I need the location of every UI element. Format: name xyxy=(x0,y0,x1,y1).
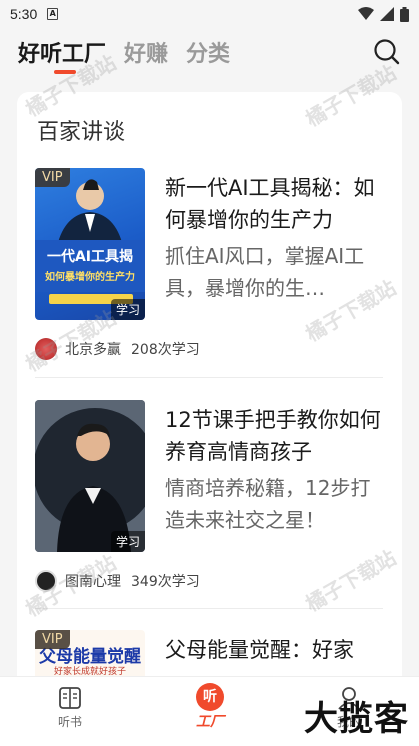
author-name: 图南心理 xyxy=(65,574,121,590)
nav-label: 工厂 xyxy=(196,714,224,730)
author-avatar xyxy=(35,570,57,592)
course-author-row: 北京多赢 208次学习 xyxy=(35,338,200,360)
wifi-icon xyxy=(358,7,374,20)
nav-item-books[interactable]: 听书 xyxy=(35,685,105,730)
section-title: 百家讲谈 xyxy=(37,120,126,145)
bottom-nav: 听书 听 工厂 我的 大揽客 xyxy=(0,676,419,746)
search-button[interactable] xyxy=(373,38,401,66)
tab-haoting-factory[interactable]: 好听工厂 xyxy=(18,28,106,74)
divider xyxy=(35,608,383,609)
course-thumbnail[interactable]: 一代AI工具揭 如何暴增你的生产力 VIP 学习 xyxy=(35,168,145,320)
nav-label: 听书 xyxy=(57,715,82,729)
study-count: 208次学习 xyxy=(131,342,200,358)
author-name: 北京多赢 xyxy=(65,342,121,358)
course-title[interactable]: 父母能量觉醒：好家 xyxy=(165,634,387,666)
study-badge: 学习 xyxy=(110,299,145,320)
listen-icon: 听 xyxy=(196,683,224,711)
tab-category[interactable]: 分类 xyxy=(186,28,230,68)
study-count: 349次学习 xyxy=(131,574,200,590)
course-item[interactable]: 一代AI工具揭 如何暴增你的生产力 VIP 学习 新一代AI工具揭秘：如何暴增你… xyxy=(35,168,385,368)
course-title[interactable]: 新一代AI工具揭秘：如何暴增你的生产力 xyxy=(165,172,387,236)
status-bar: 5:30 A xyxy=(0,0,419,28)
course-description: 情商培养秘籍，12步打造未来社交之星！ xyxy=(165,476,371,532)
presenter-image xyxy=(35,400,145,552)
battery-icon xyxy=(400,6,409,22)
sim-icon: A xyxy=(47,8,59,20)
vip-badge: VIP xyxy=(35,168,70,187)
presenter-image xyxy=(35,179,145,304)
thumb-headline: 一代AI工具揭 xyxy=(46,249,134,265)
course-thumbnail[interactable]: 学习 xyxy=(35,400,145,552)
top-tabs: 好听工厂 好赚 分类 xyxy=(0,28,419,80)
search-icon xyxy=(374,39,400,65)
tab-haozhuan[interactable]: 好赚 xyxy=(124,28,168,68)
course-title[interactable]: 12节课手把手教你如何养育高情商孩子 xyxy=(165,404,387,468)
clock: 5:30 xyxy=(10,6,38,22)
nav-item-factory[interactable]: 听 工厂 xyxy=(175,683,245,731)
signal-icon xyxy=(380,7,394,21)
course-description: 抓住AI风口，掌握AI工具，暴增你的生… xyxy=(165,244,365,300)
brand-logo: 大揽客 xyxy=(304,699,409,739)
vip-badge: VIP xyxy=(35,630,70,649)
course-author-row: 图南心理 349次学习 xyxy=(35,570,200,592)
study-badge: 学习 xyxy=(110,531,145,552)
thumb-subheadline: 如何暴增你的生产力 xyxy=(45,272,135,283)
author-avatar xyxy=(35,338,57,360)
section-card: 百家讲谈 一代AI工具揭 如何暴增你的生产力 VIP 学习 新一代AI工具揭秘：… xyxy=(17,92,402,692)
course-item[interactable]: 学习 12节课手把手教你如何养育高情商孩子 情商培养秘籍，12步打造未来社交之星… xyxy=(35,400,385,600)
divider xyxy=(35,377,383,378)
book-icon xyxy=(59,687,81,709)
